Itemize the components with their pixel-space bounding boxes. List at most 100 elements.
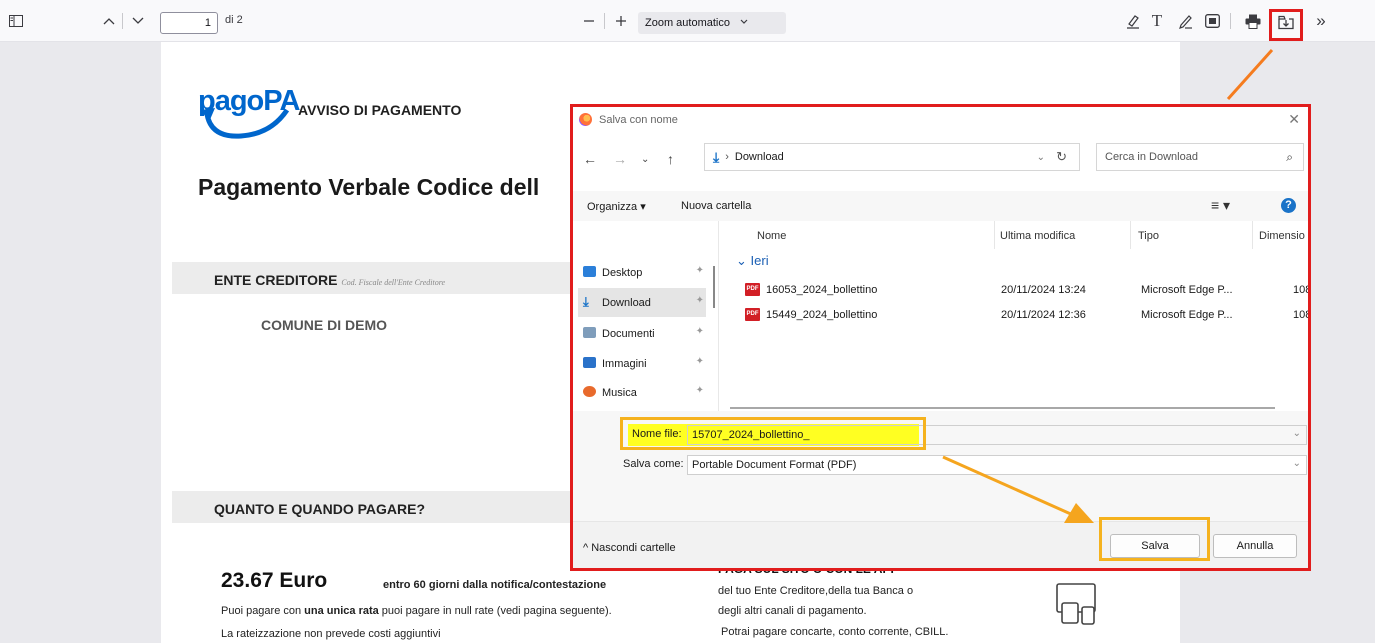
desktop-icon [583,266,596,277]
text-tool-icon[interactable]: T [1148,11,1166,31]
paga-line-1: del tuo Ente Creditore,della tua Banca o [718,585,914,597]
close-icon[interactable]: ✕ [1288,111,1300,128]
chevron-down-icon[interactable]: ⌄ [1293,428,1301,439]
address-bar[interactable]: ⤓ › Download ⌄ ↻ [704,143,1080,171]
address-dropdown-icon[interactable]: ⌄ [1037,152,1045,163]
page-number-input[interactable] [160,12,218,34]
view-options-icon[interactable]: ≡ ▾ [1211,197,1230,214]
group-label: Ieri [750,253,769,268]
file-size: 108 [1293,309,1311,321]
column-separator [1252,221,1253,249]
file-row[interactable]: PDF 16053_2024_bollettino 20/11/2024 13:… [720,278,1311,302]
zoom-out-icon[interactable] [582,14,596,28]
search-input[interactable]: Cerca in Download ⌕ [1096,143,1304,171]
next-page-icon[interactable] [131,14,145,28]
paga-line-2: degli altri canali di pagamento. [718,605,867,617]
column-header-type[interactable]: Tipo [1138,230,1159,242]
draw-icon[interactable] [1177,12,1195,30]
file-row[interactable]: PDF 15449_2024_bollettino 20/11/2024 12:… [720,303,1311,327]
cancel-button-label: Annulla [1236,540,1274,552]
payment-line-1-bold: una unica rata [304,605,379,617]
refresh-icon[interactable]: ↻ [1056,149,1067,165]
pdf-file-icon: PDF [745,283,760,296]
pagopa-logo: pagoPA [198,85,300,117]
chevron-down-icon: ⌄ [736,253,747,268]
save-type-label: Salva come: [623,458,684,470]
group-header[interactable]: ⌄ Ieri [736,253,769,269]
new-folder-button[interactable]: Nuova cartella [681,200,751,212]
sidebar-toggle-icon[interactable] [8,13,24,29]
pin-icon: ✦ [695,295,704,306]
ente-heading: ENTE CREDITORE Cod. Fiscale dell'Ente Cr… [214,272,445,288]
column-separator [1130,221,1131,249]
nav-item-immagini[interactable]: Immagini ✦ [578,349,706,378]
payment-line-1-pre: Puoi pagare con [221,605,305,617]
file-type: Microsoft Edge P... [1141,309,1233,321]
up-arrow-icon[interactable]: ↑ [667,151,674,167]
pictures-icon [583,357,596,368]
page-count-label: di 2 [225,14,243,26]
organize-menu[interactable]: Organizza ▾ [587,200,646,213]
payment-line-1-post: puoi pagare in null rate (vedi pagina se… [378,605,612,617]
file-list: Nome Ultima modifica Tipo Dimensio ⌄ Ier… [720,221,1311,411]
back-arrow-icon[interactable]: ← [583,151,597,167]
nav-item-documenti[interactable]: Documenti ✦ [578,319,706,348]
screen: di 2 Zoom automatico T [0,0,1375,643]
column-header-modified[interactable]: Ultima modifica [1000,230,1075,242]
file-name: 15449_2024_bollettino [766,309,878,321]
breadcrumb-chevron-icon: › [725,151,729,163]
more-tools-icon[interactable]: » [1312,11,1330,30]
file-type: Microsoft Edge P... [1141,284,1233,296]
print-icon[interactable] [1244,12,1262,30]
deadline: entro 60 giorni dalla notifica/contestaz… [383,579,607,591]
save-type-select[interactable]: Portable Document Format (PDF) ⌄ [687,455,1307,475]
payment-line-1: Puoi pagare con una unica rata puoi paga… [221,605,612,617]
forward-arrow-icon[interactable]: → [613,151,627,167]
recent-chevron-icon[interactable]: ⌄ [641,154,649,165]
previous-page-icon[interactable] [102,14,116,28]
navigation-pane: Desktop ✦ ⤓ Download ✦ Documenti ✦ Immag… [573,221,719,411]
command-bar: Organizza ▾ Nuova cartella ≡ ▾ ? [573,191,1308,221]
hide-folders-label: Nascondi cartelle [591,542,676,554]
save-button-highlight [1269,9,1303,41]
firefox-icon [579,113,592,126]
file-size: 108 [1293,284,1311,296]
file-name: 16053_2024_bollettino [766,284,878,296]
paga-line-3: Potrai pagare concarte, conto corrente, … [721,626,949,638]
save-type-value: Portable Document Format (PDF) [692,459,857,471]
download-icon: ⤓ [583,294,589,309]
image-icon[interactable] [1203,12,1221,30]
nav-scrollbar[interactable] [713,266,715,308]
zoom-in-icon[interactable] [614,14,628,28]
cancel-button[interactable]: Annulla [1213,534,1297,558]
address-text: Download [734,151,784,163]
nav-item-download[interactable]: ⤓ Download ✦ [578,288,706,317]
search-icon[interactable]: ⌕ [1286,150,1293,165]
horizontal-scrollbar[interactable] [730,407,1275,409]
nav-item-label: Desktop [602,266,643,279]
toolbar-divider [1230,13,1231,29]
filename-annotation-box [620,417,926,450]
pdf-file-icon: PDF [745,308,760,321]
chevron-down-icon[interactable]: ⌄ [1293,458,1301,469]
search-placeholder: Cerca in Download [1105,151,1198,163]
pin-icon: ✦ [695,265,704,276]
help-icon[interactable]: ? [1281,198,1296,213]
hide-folders-toggle[interactable]: ^ Nascondi cartelle [583,542,676,554]
column-header-name[interactable]: Nome [757,230,786,242]
nav-item-desktop[interactable]: Desktop ✦ [578,258,706,287]
file-modified: 20/11/2024 13:24 [1001,284,1086,296]
payment-line-2: La rateizzazione non prevede costi aggiu… [221,628,441,640]
zoom-select[interactable]: Zoom automatico [638,12,786,34]
pin-icon: ✦ [695,356,704,367]
toolbar-divider [604,13,605,29]
file-modified: 20/11/2024 12:36 [1001,309,1086,321]
chevron-down-icon [740,16,748,28]
save-button-annotation-box [1099,517,1210,561]
nav-item-label: Musica [602,386,637,399]
highlight-icon[interactable] [1124,12,1142,30]
column-header-size[interactable]: Dimensio [1259,230,1305,242]
nav-item-musica[interactable]: Musica ✦ [578,378,706,407]
column-separator [994,221,995,249]
devices-icon [1056,583,1096,625]
